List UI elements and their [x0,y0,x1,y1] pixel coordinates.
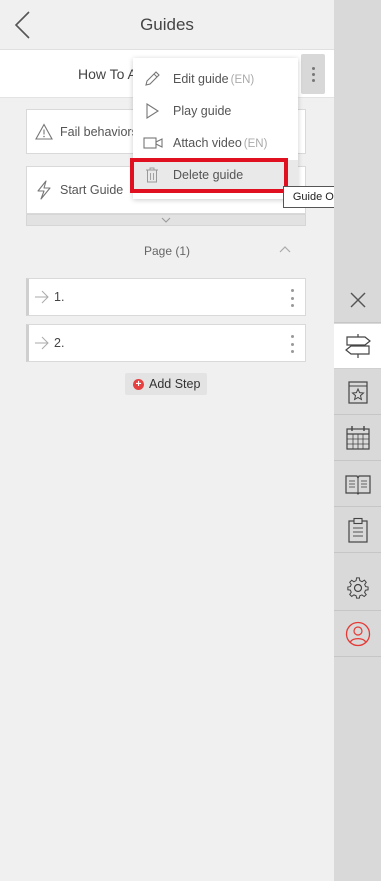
sidebar-item-favorites[interactable] [334,370,381,415]
start-guide-label: Start Guide [60,183,124,197]
play-icon [146,102,160,120]
calendar-icon [345,426,370,450]
fail-behaviors-label: Fail behaviors [60,125,138,139]
sidebar-close-button[interactable] [334,278,381,323]
pencil-icon [145,71,160,86]
warning-icon [35,123,53,140]
video-lang-tag: (EN) [243,138,268,150]
sidebar-item-calendar[interactable] [334,416,381,461]
menu-item-edit-guide[interactable]: Edit guide (EN) [133,64,298,94]
step-menu-button[interactable] [289,335,295,353]
book-icon [344,475,371,495]
signpost-icon [344,334,371,358]
guide-options-button[interactable] [301,54,325,94]
favorites-icon [347,381,368,404]
step-menu-button[interactable] [289,289,295,307]
plus-icon: + [133,378,144,390]
edit-guide-label: Edit guide [173,72,229,86]
guide-name: How To A [78,66,137,82]
play-guide-label: Play guide [173,104,232,118]
step-row[interactable]: 1. [26,278,306,316]
add-step-label: Add Step [149,377,201,391]
close-icon [350,292,365,308]
expand-toggle[interactable] [26,214,306,226]
sidebar-item-account[interactable] [334,612,381,657]
gear-icon [346,577,369,599]
arrow-right-icon [35,290,49,304]
step-row[interactable]: 2. [26,324,306,362]
menu-item-attach-video[interactable]: Attach video (EN) [133,128,298,158]
add-step-button[interactable]: + Add Step [125,373,207,395]
sidebar-item-clipboard[interactable] [334,508,381,553]
chevron-down-icon [161,217,171,223]
right-sidebar [334,0,381,881]
sidebar-item-book[interactable] [334,462,381,507]
sidebar-item-settings[interactable] [334,566,381,611]
step-label: 2. [54,336,65,350]
attach-video-label: Attach video [173,136,242,150]
page-title: Guides [140,15,194,34]
edit-lang-tag: (EN) [230,74,255,86]
sidebar-item-guides[interactable] [334,324,381,369]
header: Guides [0,0,334,50]
menu-item-play-guide[interactable]: Play guide [133,96,298,126]
step-label: 1. [54,290,65,304]
lightning-icon [37,180,51,200]
chevron-up-icon[interactable] [279,245,291,253]
clipboard-icon [347,517,368,543]
user-icon [345,621,370,647]
arrow-right-icon [35,336,49,350]
video-camera-icon [143,137,163,149]
highlight-box [130,158,288,193]
